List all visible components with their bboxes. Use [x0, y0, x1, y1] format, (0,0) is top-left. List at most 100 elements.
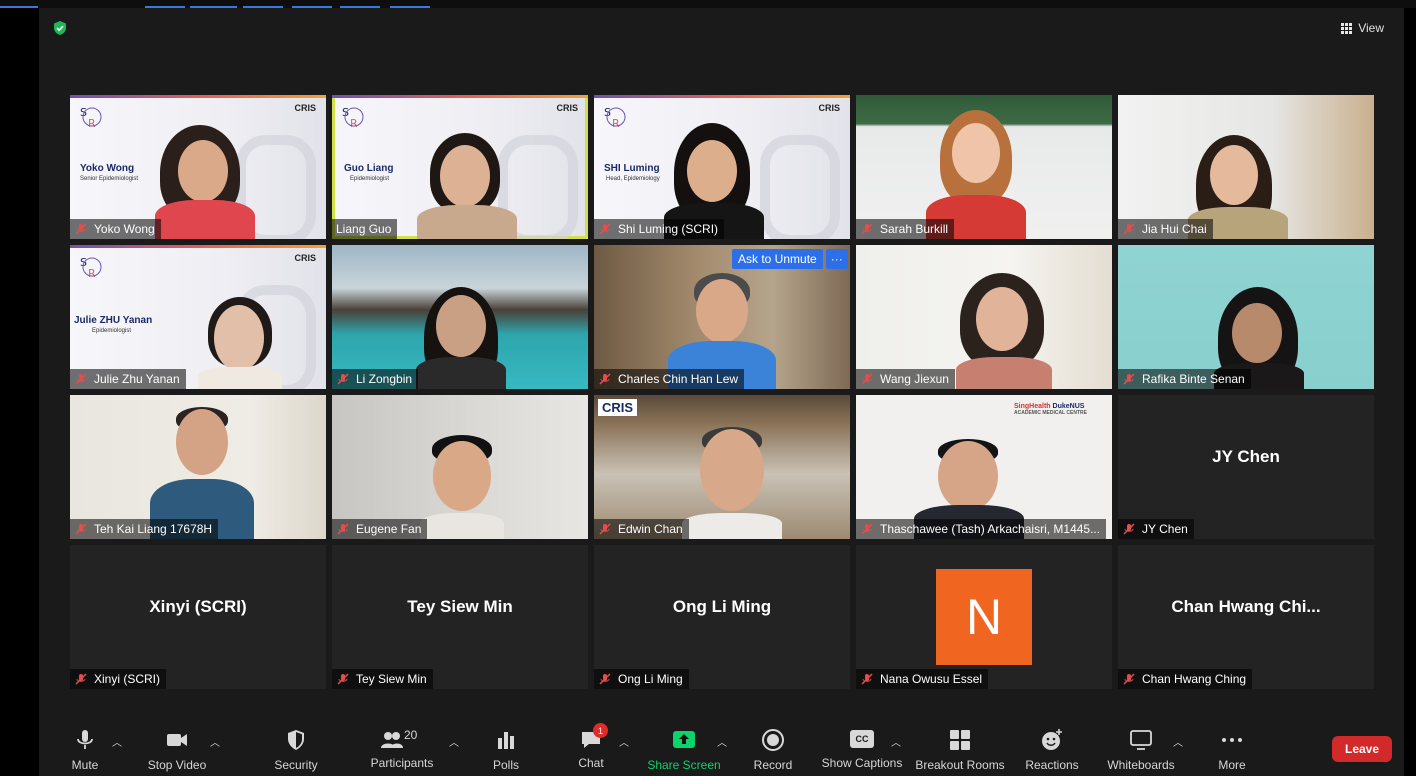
svg-text:R: R [350, 117, 358, 129]
show-captions-button[interactable]: CC Show Captions [821, 726, 903, 772]
cris-logo: CRIS [294, 103, 316, 113]
svg-text:R: R [88, 267, 96, 279]
cris-logo: CRIS [598, 399, 638, 416]
reactions-button[interactable]: Reactions [1025, 726, 1079, 772]
video-tile[interactable]: SingHealth DukeNUS ACADEMIC MEDICAL CENT… [856, 395, 1112, 539]
mic-muted-icon [75, 223, 87, 235]
participant-name: JY Chen [1118, 519, 1194, 539]
video-options-caret[interactable]: ︿ [210, 734, 220, 749]
name-only-tile[interactable]: Xinyi (SCRI) Xinyi (SCRI) [70, 545, 326, 689]
participant-name: Jia Hui Chai [1118, 219, 1213, 239]
whiteboards-options-caret[interactable]: ︿ [1173, 734, 1183, 749]
video-tile[interactable]: Li Zongbin [332, 245, 588, 389]
participant-name: Yoko Wong [70, 219, 161, 239]
mic-muted-icon [337, 373, 349, 385]
video-tile[interactable]: Sarah Burkill [856, 95, 1112, 239]
mic-muted-icon [599, 223, 611, 235]
view-button[interactable]: View [1341, 20, 1384, 36]
participant-name: Wang Jiexun [856, 369, 955, 389]
mic-muted-icon [75, 373, 87, 385]
mic-muted-icon [861, 373, 873, 385]
name-only-tile[interactable]: Chan Hwang Chi... Chan Hwang Ching [1118, 545, 1374, 689]
participant-name: Shi Luming (SCRI) [594, 219, 725, 239]
stop-video-button[interactable]: Stop Video [145, 726, 209, 772]
slide-name: Julie ZHU Yanan [74, 315, 153, 326]
participants-icon [381, 732, 403, 748]
name-only-tile[interactable]: Ong Li Ming Ong Li Ming [594, 545, 850, 689]
video-tile[interactable]: Ask to Unmute ··· Charles Chin Han Lew [594, 245, 850, 389]
participants-options-caret[interactable]: ︿ [449, 734, 459, 749]
share-options-caret[interactable]: ︿ [717, 734, 727, 749]
mic-muted-icon [599, 673, 611, 685]
captions-options-caret[interactable]: ︿ [891, 734, 901, 749]
participant-name: Teh Kai Liang 17678H [70, 519, 219, 539]
slide-name: Yoko Wong [80, 163, 135, 174]
participant-name: Charles Chin Han Lew [594, 369, 745, 389]
ask-to-unmute-group: Ask to Unmute ··· [732, 249, 848, 269]
participant-name: Thaschawee (Tash) Arkachaisri, M1445... [856, 519, 1107, 539]
mic-muted-icon [1123, 223, 1135, 235]
mic-muted-icon [1123, 373, 1135, 385]
video-tile[interactable]: SR CRIS SHI Luming Head, Epidemiology Sh… [594, 95, 850, 239]
bar-chart-icon [498, 732, 514, 749]
participant-name: Julie Zhu Yanan [70, 369, 186, 389]
slide-title: Senior Epidemiologist [80, 176, 139, 182]
participant-name: Chan Hwang Ching [1118, 669, 1253, 689]
ask-to-unmute-button[interactable]: Ask to Unmute [732, 249, 823, 269]
scri-logo-icon: SR [80, 256, 102, 279]
microphone-icon [77, 730, 93, 749]
name-only-tile[interactable]: JY Chen JY Chen [1118, 395, 1374, 539]
video-tile-active-speaker[interactable]: SR CRIS Guo Liang Epidemiologist Liang G… [332, 95, 588, 239]
participant-display-name: Xinyi (SCRI) [149, 597, 247, 616]
video-tile[interactable]: Wang Jiexun [856, 245, 1112, 389]
top-strip [0, 0, 1416, 8]
avatar-tile[interactable]: N Nana Owusu Essel [856, 545, 1112, 689]
mute-options-caret[interactable]: ︿ [112, 734, 122, 749]
tile-more-options-button[interactable]: ··· [825, 249, 848, 269]
mic-muted-icon [861, 223, 873, 235]
participant-display-name: Ong Li Ming [672, 597, 772, 616]
breakout-rooms-button[interactable]: Breakout Rooms [915, 726, 1005, 772]
whiteboard-icon [1130, 730, 1152, 750]
leave-button[interactable]: Leave [1332, 736, 1392, 762]
mic-muted-icon [75, 673, 87, 685]
mic-muted-icon [337, 523, 349, 535]
polls-button[interactable]: Polls [491, 726, 521, 772]
record-icon [762, 729, 784, 751]
participant-name: Nana Owusu Essel [856, 669, 989, 689]
grid-view-icon [1341, 22, 1353, 34]
whiteboards-button[interactable]: Whiteboards [1105, 726, 1177, 772]
svg-text:R: R [88, 117, 96, 129]
smiley-icon [1042, 729, 1062, 750]
participant-name: Sarah Burkill [856, 219, 955, 239]
video-tile[interactable]: SR CRIS Yoko Wong Senior Epidemiologist … [70, 95, 326, 239]
mic-muted-icon [75, 523, 87, 535]
chat-button[interactable]: 1 Chat [575, 723, 608, 772]
more-button[interactable]: More [1217, 726, 1247, 772]
scri-logo-icon: SR [80, 106, 102, 129]
mute-button[interactable]: Mute [69, 726, 101, 772]
closed-captions-icon: CC [850, 730, 874, 748]
participant-name: Edwin Chan [594, 519, 689, 539]
name-only-tile[interactable]: Tey Siew Min Tey Siew Min [332, 545, 588, 689]
video-tile[interactable]: CRIS Edwin Chan [594, 395, 850, 539]
view-label: View [1358, 21, 1384, 35]
video-tile[interactable]: Rafika Binte Senan [1118, 245, 1374, 389]
encryption-shield-icon[interactable] [52, 20, 68, 36]
video-tile[interactable]: Eugene Fan [332, 395, 588, 539]
share-screen-button[interactable]: Share Screen [647, 726, 721, 772]
slide-title: Head, Epidemiology [606, 176, 660, 182]
participant-name: Ong Li Ming [594, 669, 689, 689]
tab-strip-seg [0, 6, 38, 8]
cris-logo: CRIS [294, 253, 316, 263]
video-tile[interactable]: SR CRIS Julie ZHU Yanan Epidemiologist J… [70, 245, 326, 389]
video-tile[interactable]: Teh Kai Liang 17678H [70, 395, 326, 539]
chat-options-caret[interactable]: ︿ [619, 734, 629, 749]
security-button[interactable]: Security [271, 726, 321, 772]
participant-display-name: JY Chen [1212, 447, 1280, 466]
mic-muted-icon [337, 673, 349, 685]
participants-button[interactable]: 20 Participants [369, 726, 435, 772]
scri-logo-icon: SR [342, 106, 364, 129]
record-button[interactable]: Record [753, 726, 793, 772]
video-tile[interactable]: Jia Hui Chai [1118, 95, 1374, 239]
